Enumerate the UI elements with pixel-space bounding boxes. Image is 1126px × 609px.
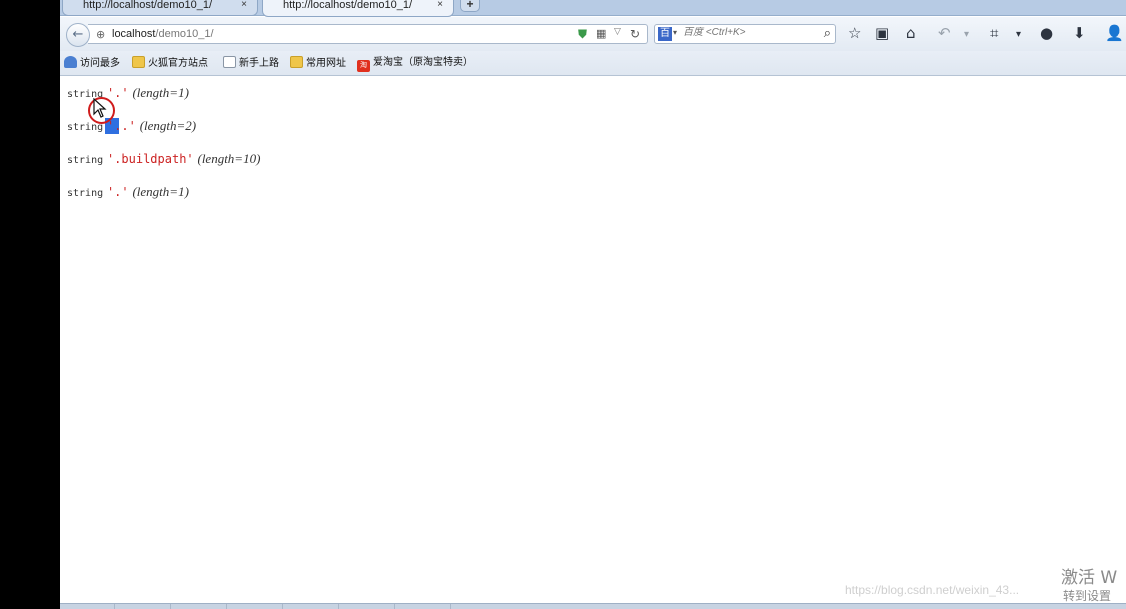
length-label: (length=10): [197, 151, 261, 166]
bookmarks-toolbar: 访问最多 火狐官方站点 新手上路 常用网址 淘爱淘宝（原淘宝特卖）: [60, 51, 1126, 76]
search-box[interactable]: 百 ▾ ⌕: [654, 24, 836, 44]
url-path: /demo10_1/: [155, 28, 214, 40]
bookmark-label: 新手上路: [239, 58, 279, 69]
address-text[interactable]: localhost/demo10_1/: [112, 28, 214, 40]
search-engine-icon[interactable]: 百: [658, 27, 672, 41]
status-cell: [394, 604, 448, 609]
mouse-cursor-icon: [93, 98, 107, 118]
shield-icon[interactable]: ⛊: [578, 27, 587, 42]
var-dump-row: string '.buildpath' (length=10): [67, 151, 260, 167]
length-label: (length=1): [132, 184, 189, 199]
var-dump-row: string '..' (length=2): [67, 118, 196, 134]
string-value: '.': [106, 185, 129, 199]
chevron-down-icon[interactable]: ▾: [1016, 27, 1021, 43]
var-dump-row: string '.' (length=1): [67, 184, 189, 200]
qr-code-icon[interactable]: ▦: [596, 27, 606, 40]
chevron-down-icon[interactable]: ▾: [964, 27, 969, 43]
length-label: (length=2): [139, 118, 197, 133]
folder-icon: [132, 56, 145, 68]
bookmark-common-sites[interactable]: 常用网址: [290, 56, 346, 71]
bookmark-getting-started[interactable]: 新手上路: [223, 56, 279, 71]
bookmark-label: 爱淘宝（原淘宝特卖）: [373, 57, 473, 68]
close-icon[interactable]: ×: [241, 0, 247, 10]
tab-label: http://localhost/demo10_1/: [283, 0, 413, 11]
bookmark-label: 常用网址: [306, 58, 346, 69]
bookmark-label: 访问最多: [80, 58, 120, 69]
bookmark-aitaobao[interactable]: 淘爱淘宝（原淘宝特卖）: [357, 56, 473, 72]
chevron-down-icon[interactable]: ▾: [673, 28, 677, 37]
search-icon[interactable]: ⌕: [824, 26, 831, 41]
bookmark-label: 火狐官方站点: [148, 58, 208, 69]
folder-icon: [290, 56, 303, 68]
globe-icon: ⊕: [96, 28, 106, 41]
tab-label: http://localhost/demo10_1/: [83, 0, 213, 11]
chat-icon[interactable]: ●: [1040, 25, 1053, 41]
taobao-icon: 淘: [357, 60, 370, 72]
clipboard-icon[interactable]: ▣: [875, 25, 889, 41]
string-value: '..': [106, 119, 136, 133]
string-value: '.buildpath': [106, 152, 194, 166]
watermark-url: https://blog.csdn.net/weixin_43...: [845, 583, 1020, 597]
activation-subnotice: 转到设置: [1063, 589, 1112, 603]
person-icon: [64, 56, 77, 68]
close-icon[interactable]: ×: [437, 0, 443, 10]
home-icon[interactable]: ⌂: [906, 25, 916, 41]
status-cell: [282, 604, 336, 609]
page-content: string '.' (length=1) string '..' (lengt…: [60, 77, 1126, 603]
back-button[interactable]: ←: [66, 23, 90, 47]
search-input[interactable]: [683, 27, 811, 38]
reload-icon[interactable]: ↻: [630, 27, 640, 41]
status-cell: [114, 604, 168, 609]
download-icon[interactable]: ⬇: [1073, 25, 1086, 41]
tab-strip: http://localhost/demo10_1/ × http://loca…: [60, 0, 1126, 17]
string-value: '.': [106, 86, 129, 100]
status-cell: [226, 604, 280, 609]
browser-window: http://localhost/demo10_1/ × http://loca…: [60, 0, 1126, 609]
length-label: (length=1): [132, 85, 189, 100]
activation-notice: 激活 W: [1061, 568, 1118, 588]
chevron-down-icon[interactable]: ▽: [614, 27, 621, 37]
type-label: string: [67, 188, 104, 199]
status-bar: [60, 603, 1126, 609]
user-icon[interactable]: 👤: [1105, 25, 1124, 41]
tab-demo10-active[interactable]: http://localhost/demo10_1/ ×: [262, 0, 454, 17]
status-cell: [450, 604, 504, 609]
url-host: localhost: [112, 28, 156, 40]
undo-icon[interactable]: ↶: [938, 25, 951, 41]
page-icon: [223, 56, 236, 68]
status-cell: [338, 604, 392, 609]
bookmark-firefox-site[interactable]: 火狐官方站点: [132, 56, 208, 71]
status-cell: [170, 604, 224, 609]
navigation-toolbar: ⊕ localhost/demo10_1/ ⛊ ▦ ▽ ↻ ← 百 ▾ ⌕ ☆ …: [60, 17, 1126, 51]
crop-icon[interactable]: ⌗: [990, 25, 998, 41]
bookmark-most-visited[interactable]: 访问最多: [64, 56, 120, 71]
type-label: string: [67, 155, 104, 166]
star-icon[interactable]: ☆: [848, 25, 861, 41]
new-tab-button[interactable]: +: [460, 0, 480, 12]
address-bar[interactable]: ⊕ localhost/demo10_1/ ⛊ ▦ ▽ ↻: [88, 24, 648, 44]
var-dump-row: string '.' (length=1): [67, 85, 189, 101]
tab-demo10-inactive[interactable]: http://localhost/demo10_1/ ×: [62, 0, 258, 16]
